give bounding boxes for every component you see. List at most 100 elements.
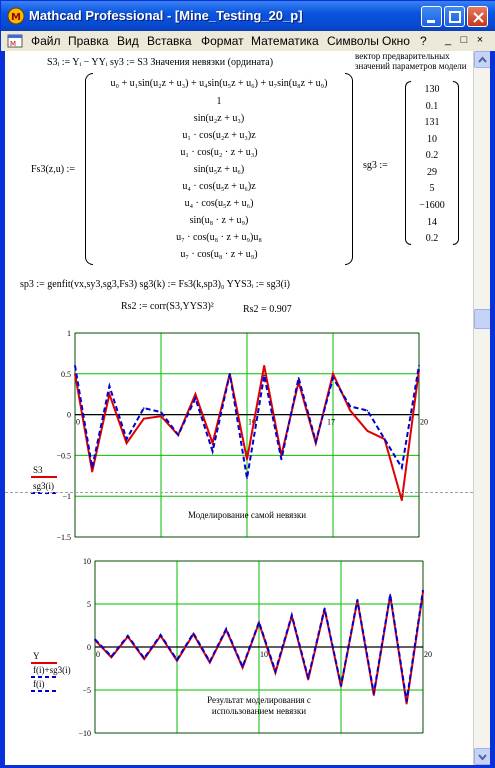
y-tick-label: 10 [83, 557, 91, 566]
data-point [176, 659, 178, 661]
fs3-row[interactable]: sin(u₂z + u₃) [89, 113, 349, 124]
menu-view[interactable]: Вид [117, 34, 139, 48]
data-point [263, 374, 266, 377]
scroll-down-button[interactable] [474, 748, 491, 765]
data-point [405, 702, 408, 705]
close-button[interactable] [467, 6, 488, 27]
data-point [108, 393, 111, 395]
menu-math[interactable]: Математика [251, 34, 319, 48]
data-point [349, 405, 352, 408]
residual-model-chart[interactable]: 10.50−0.5−1−1.50 10 2017S3sg3(i)Моделирова… [5, 325, 473, 540]
y-tick-label: 1 [67, 329, 71, 338]
data-point [110, 655, 113, 658]
data-point [125, 438, 128, 440]
svg-text:M: M [10, 40, 16, 48]
mdi-minimize-button[interactable]: _ [441, 34, 455, 47]
data-point [108, 385, 111, 387]
x-tick-label: 0 [96, 650, 100, 659]
data-point [383, 438, 386, 440]
x-tick-label: 20 [420, 418, 428, 427]
worksheet[interactable]: S3ᵢ := Yᵢ − YYᵢ sy3 := S3 Значения невяз… [5, 51, 473, 765]
sg3-value[interactable]: 14 [402, 217, 462, 228]
menu-file[interactable]: Файл [31, 34, 61, 48]
menu-window[interactable]: Окно [382, 34, 410, 48]
data-point [194, 393, 197, 395]
legend-label: S3 [33, 465, 43, 475]
data-point [225, 628, 227, 630]
document-icon[interactable]: M [7, 34, 23, 48]
fs3-row[interactable]: sin(u₈ · z + u₉) [89, 215, 349, 226]
data-point [332, 377, 334, 379]
page-break-line [5, 492, 473, 493]
data-point [263, 364, 266, 367]
mdi-close-button[interactable]: × [473, 34, 487, 47]
window-title: Mathcad Professional - [Mine_Testing_20_… [29, 8, 303, 23]
data-point [211, 442, 214, 444]
sg3-value[interactable]: 0.1 [402, 101, 462, 112]
sg3-value[interactable]: 0.2 [402, 233, 462, 244]
data-point [274, 670, 277, 672]
data-point [323, 607, 326, 610]
sg3-value[interactable]: 0.2 [402, 150, 462, 161]
data-point [418, 364, 420, 367]
data-point [356, 598, 359, 601]
chart-title: Результат моделирования с [207, 695, 311, 705]
legend-label: sg3(i) [33, 481, 54, 491]
data-point [297, 377, 300, 379]
scroll-thumb[interactable] [474, 309, 491, 329]
fs3-lhs[interactable]: Fs3(z,u) := [31, 164, 75, 175]
scroll-up-button[interactable] [474, 51, 491, 68]
fs3-row[interactable]: u₁ · cos(u₂z + u₃)z [89, 130, 349, 141]
data-point [143, 657, 145, 659]
fs3-row[interactable]: u₄ · cos(u₅z + u₆)z [89, 181, 349, 192]
menu-help[interactable]: ? [420, 34, 427, 48]
corr-result[interactable]: Rs2 = 0.907 [243, 304, 292, 315]
title-bar[interactable]: M Mathcad Professional - [Mine_Testing_2… [1, 1, 495, 31]
sg3-value[interactable]: 5 [402, 183, 462, 194]
sg3-value[interactable]: 131 [402, 117, 462, 128]
corr-definition[interactable]: Rs2 := corr(S3,YYS3)² [121, 301, 214, 312]
data-point [315, 440, 317, 443]
x-tick-label: 17 [327, 418, 335, 427]
fs3-row[interactable]: sin(u₅z + u₆) [89, 164, 349, 175]
y-tick-label: −0.5 [56, 451, 71, 460]
sg3-value[interactable]: −1600 [402, 200, 462, 211]
sg3-lhs[interactable]: sg3 := [363, 160, 388, 171]
fs3-row[interactable]: u₇ · cos(u₈ · z + u₉)u₈ [89, 232, 349, 243]
model-result-chart[interactable]: 10 5 0 −5 −10 0 10 20 Yf(i)+sg3(i) f(i) Результат … [5, 551, 473, 751]
mdi-restore-button[interactable]: □ [457, 34, 471, 47]
menu-format[interactable]: Формат [201, 34, 244, 48]
x-tick-label: 20 [424, 650, 432, 659]
maximize-button[interactable] [444, 6, 465, 27]
genfit-line[interactable]: sp3 := genfit(vx,sy3,sg3,Fs3) sg3(k) := … [20, 279, 290, 290]
data-point [373, 692, 375, 695]
fs3-row[interactable]: u₇ · cos(u₈ · z + u₉) [89, 249, 349, 260]
menu-bar: M Файл Правка Вид Вставка Формат Математ… [1, 31, 495, 51]
sg3-value[interactable]: 130 [402, 84, 462, 95]
data-point [211, 450, 214, 453]
vertical-scrollbar[interactable] [473, 51, 491, 765]
vector-note-line1[interactable]: вектор предварительных [355, 51, 450, 61]
fs3-row[interactable]: u₀ + u₁sin(u₂z + u₃) + u₄sin(u₅z + u₆) +… [89, 78, 349, 89]
data-point [280, 458, 283, 461]
menu-insert[interactable]: Вставка [147, 34, 192, 48]
fs3-row[interactable]: u₁ · cos(u₂ · z + u₃) [89, 147, 349, 158]
data-point [332, 373, 334, 375]
data-point [422, 589, 424, 592]
s3-definition[interactable]: S3ᵢ := Yᵢ − YYᵢ sy3 := S3 Значения невяз… [47, 57, 273, 68]
menu-edit[interactable]: Правка [68, 34, 109, 48]
data-point [209, 660, 211, 663]
y-tick-label: 0.5 [61, 370, 71, 379]
sg3-value[interactable]: 29 [402, 167, 462, 178]
data-point [143, 417, 145, 420]
x-tick-label: 10 [260, 650, 268, 659]
data-point [74, 364, 76, 367]
vector-note-line2[interactable]: значений параметров модели [355, 61, 467, 71]
sg3-value[interactable]: 10 [402, 134, 462, 145]
menu-symbols[interactable]: Символы [327, 34, 379, 48]
data-point [291, 614, 293, 616]
fs3-row[interactable]: 1 [89, 96, 349, 107]
minimize-button[interactable] [421, 6, 442, 27]
fs3-row[interactable]: u₄ · cos(u₅z + u₆) [89, 198, 349, 209]
arrow-up-icon [478, 56, 487, 63]
